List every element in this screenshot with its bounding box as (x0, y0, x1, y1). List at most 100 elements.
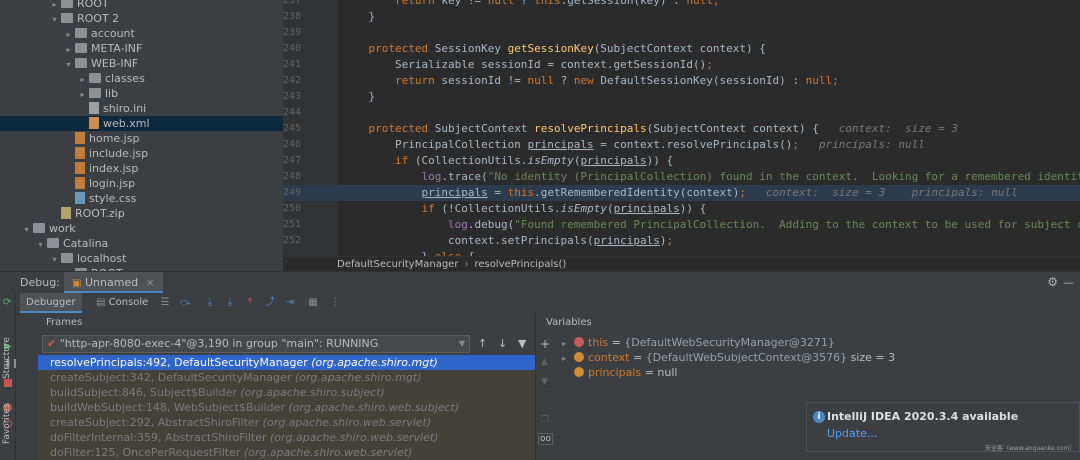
code-line[interactable]: } (338, 89, 1080, 105)
expand-arrow-icon[interactable]: ▸ (562, 351, 574, 366)
tab-console[interactable]: ▤ Console (96, 293, 148, 313)
tree-item[interactable]: login.jsp (0, 176, 283, 191)
expand-arrow-icon[interactable]: ▾ (62, 57, 75, 72)
step-over-icon[interactable]: ⤼ (178, 296, 192, 310)
stack-frame[interactable]: createSubject:292, AbstractShiroFilter (… (38, 415, 535, 430)
code-line[interactable]: return sessionId != null ? new DefaultSe… (338, 73, 1080, 89)
code-line[interactable]: if (CollectionUtils.isEmpty(principals))… (338, 153, 1080, 169)
tree-item[interactable]: index.jsp (0, 161, 283, 176)
code-line[interactable] (338, 105, 1080, 121)
expand-arrow-icon[interactable]: ▾ (20, 222, 33, 237)
variable-row[interactable]: ▸ this = {DefaultWebSecurityManager@3271} (562, 335, 835, 350)
code-line[interactable]: } (338, 9, 1080, 25)
expand-arrow-icon[interactable]: ▸ (76, 87, 89, 102)
add-watch-icon[interactable]: + (540, 337, 550, 351)
run-to-cursor-icon[interactable]: ⇥ (283, 296, 297, 310)
code-line[interactable]: if (!CollectionUtils.isEmpty(principals)… (338, 201, 1080, 217)
glasses-icon[interactable]: oo (538, 433, 554, 445)
expand-arrow-icon[interactable]: ▸ (62, 42, 75, 57)
close-icon[interactable]: × (146, 276, 155, 289)
tree-item[interactable]: ▾ WEB-INF (0, 56, 283, 71)
line-number: 243 (283, 91, 302, 102)
stop-icon[interactable] (4, 379, 12, 387)
expand-arrow-icon[interactable]: ▸ (562, 336, 574, 351)
code-line[interactable]: protected SubjectContext resolvePrincipa… (338, 121, 1080, 137)
code-token: PrincipalCollection (342, 138, 528, 151)
code-editor[interactable]: return key != null ? this.getSession(key… (338, 0, 1080, 256)
session-tab[interactable]: ▣ Unnamed × (64, 272, 163, 293)
tree-item[interactable]: include.jsp (0, 146, 283, 161)
move-up-icon[interactable]: ▲ (541, 357, 548, 367)
code-line[interactable]: return key != null ? this.getSession(key… (338, 0, 1080, 9)
notification-update-link[interactable]: Update... (827, 427, 877, 440)
tree-item[interactable]: ▾ Catalina (0, 236, 283, 251)
breadcrumb-method[interactable]: resolvePrincipals() (474, 259, 566, 270)
tree-item[interactable]: web.xml (0, 116, 283, 131)
expand-arrow-icon[interactable]: ▾ (48, 12, 61, 27)
tab-console-label: Console (108, 297, 149, 308)
tree-item[interactable]: ▸ META-INF (0, 41, 283, 56)
tree-item[interactable]: ▸ classes (0, 71, 283, 86)
expand-arrow-icon[interactable]: ▸ (76, 72, 89, 87)
code-line[interactable]: } else { (338, 249, 1080, 256)
copy-icon[interactable]: ❐ (541, 415, 549, 425)
tree-item-label: localhost (77, 252, 127, 265)
variable-row[interactable]: principals = null (562, 365, 677, 380)
code-token: log (421, 170, 442, 183)
stack-frame[interactable]: buildWebSubject:148, WebSubject$Builder … (38, 400, 535, 415)
stack-frame[interactable]: doFilterInternal:359, AbstractShiroFilte… (38, 430, 535, 445)
info-icon: i (813, 411, 825, 423)
code-line[interactable]: principals = this.getRememberedIdentity(… (338, 185, 1080, 201)
gear-icon[interactable]: ⚙ (1047, 272, 1058, 293)
code-line[interactable]: Serializable sessionId = context.getSess… (338, 57, 1080, 73)
step-into-icon[interactable]: ⤓ (203, 296, 217, 310)
tree-item[interactable]: ▸ lib (0, 86, 283, 101)
tree-item[interactable]: ▾ localhost (0, 251, 283, 266)
thread-selector[interactable]: ✔ "http-apr-8080-exec-4"@3,190 in group … (42, 335, 470, 353)
code-token: (CollectionUtils. (408, 154, 528, 167)
variable-row[interactable]: ▸ context = {DefaultWebSubjectContext@357… (562, 350, 895, 365)
tree-item[interactable]: ROOT.zip (0, 206, 283, 221)
rerun-icon[interactable]: ⟳ (3, 297, 11, 308)
tree-item[interactable]: ▾ work (0, 221, 283, 236)
tree-item[interactable]: ▸ account (0, 26, 283, 41)
code-line[interactable]: protected SessionKey getSessionKey(Subje… (338, 41, 1080, 57)
tree-item[interactable]: shiro.ini (0, 101, 283, 116)
code-line[interactable]: PrincipalCollection principals = context… (338, 137, 1080, 153)
code-line[interactable]: context.setPrincipals(principals); (338, 233, 1080, 249)
code-token: ( (606, 202, 614, 215)
side-label-structure[interactable]: Structure (2, 327, 12, 379)
force-step-into-icon[interactable]: ⤓ (223, 296, 237, 310)
evaluate-expression-icon[interactable]: ▦ (306, 296, 320, 310)
stack-frame[interactable]: resolvePrincipals:492, DefaultSecurityMa… (38, 355, 535, 370)
stack-frame[interactable]: createSubject:342, DefaultSecurityManage… (38, 370, 535, 385)
code-line[interactable]: log.debug("Found remembered PrincipalCol… (338, 217, 1080, 233)
down-arrow-icon[interactable]: ↓ (498, 337, 507, 350)
code-line[interactable]: log.trace("No identity (PrincipalCollect… (338, 169, 1080, 185)
filter-icon[interactable]: ▼ (518, 337, 526, 350)
expand-arrow-icon[interactable]: ▾ (48, 252, 61, 267)
code-line[interactable] (338, 25, 1080, 41)
drop-frame-icon[interactable]: ⤴ (263, 296, 277, 310)
expand-arrow-icon[interactable]: ▾ (34, 237, 47, 252)
tab-debugger[interactable]: Debugger (20, 293, 82, 313)
file-icon (75, 132, 85, 144)
tree-item[interactable]: style.css (0, 191, 283, 206)
minimize-icon[interactable]: — (1063, 272, 1074, 293)
tree-item[interactable]: ▾ ROOT 2 (0, 11, 283, 26)
stack-frame[interactable]: buildSubject:846, Subject$Builder (org.a… (38, 385, 535, 400)
step-out-icon[interactable]: ⤒ (243, 296, 257, 310)
stack-frame-package: (org.apache.shiro.web.servlet) (262, 416, 432, 429)
tree-item[interactable]: home.jsp (0, 131, 283, 146)
tree-item[interactable]: ▸ ROOT (0, 0, 283, 11)
code-token: isEmpty (527, 154, 574, 167)
breadcrumb-class[interactable]: DefaultSecurityManager (337, 259, 458, 270)
layout-icon[interactable]: ☰ (158, 296, 172, 310)
code-token: SessionKey (428, 42, 508, 55)
more-icon[interactable]: ⋮ (328, 296, 342, 310)
stack-frame[interactable]: doFilter:125, OncePerRequestFilter (org.… (38, 445, 535, 460)
up-arrow-icon[interactable]: ↑ (478, 337, 487, 350)
move-down-icon[interactable]: ▼ (541, 377, 548, 387)
side-label-favorites[interactable]: Favorites (2, 392, 12, 444)
expand-arrow-icon[interactable]: ▸ (62, 27, 75, 42)
